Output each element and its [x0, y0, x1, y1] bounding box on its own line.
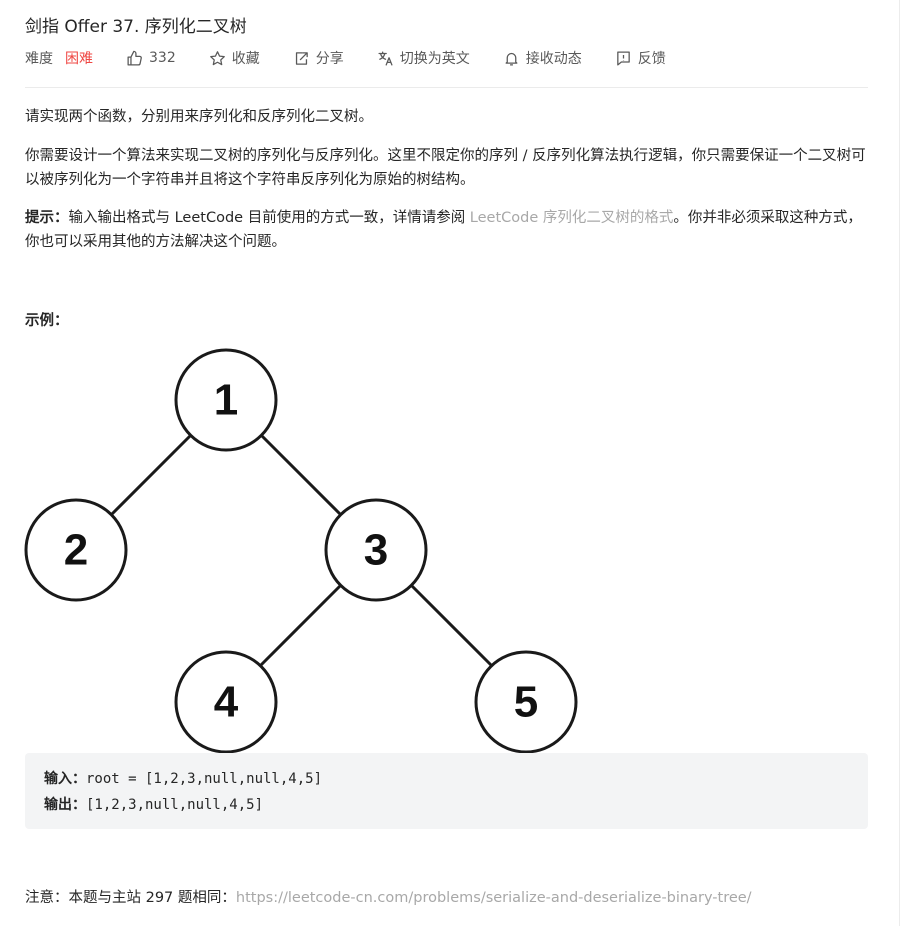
- thumbs-up-icon: [127, 50, 142, 66]
- tree-edge-3-5: [409, 583, 493, 667]
- difficulty-label: 难度: [25, 51, 53, 67]
- hint-label: 提示：: [25, 210, 69, 226]
- follow-button[interactable]: 接收动态: [503, 48, 582, 68]
- tree-node-4-label: 4: [214, 678, 239, 727]
- main-site-problem-url[interactable]: https://leetcode-cn.com/problems/seriali…: [236, 890, 752, 906]
- feedback-label: 反馈: [637, 51, 666, 67]
- difficulty-badge: 困难: [65, 51, 93, 67]
- output-value: [1,2,3,null,null,4,5]: [86, 797, 264, 813]
- translate-icon: [378, 50, 393, 66]
- serialization-format-link[interactable]: LeetCode 序列化二叉树的格式: [470, 210, 674, 226]
- bell-icon: [505, 52, 518, 66]
- example-code-block: 输入：root = [1,2,3,null,null,4,5] 输出：[1,2,…: [25, 753, 868, 829]
- tree-node-1-label: 1: [214, 376, 238, 425]
- input-label: 输入：: [44, 771, 86, 787]
- tree-node-3-label: 3: [364, 526, 388, 575]
- description-paragraph-2: 你需要设计一个算法来实现二叉树的序列化与反序列化。这里不限定你的序列 / 反序列…: [25, 148, 866, 188]
- tree-node-2-label: 2: [64, 526, 88, 575]
- problem-page: 剑指 Offer 37. 序列化二叉树 难度 困难 332 收藏 分享 切换为英…: [0, 0, 900, 926]
- switch-language-button[interactable]: 切换为英文: [377, 48, 470, 68]
- tree-edge-1-3: [259, 433, 343, 517]
- hint-paragraph: 提示：输入输出格式与 LeetCode 目前使用的方式一致，详情请参阅 Leet…: [25, 206, 868, 254]
- feedback-button[interactable]: 反馈: [615, 48, 666, 68]
- example-label: 示例：: [25, 313, 69, 329]
- star-icon: [209, 50, 225, 65]
- problem-meta-bar: 难度 困难 332 收藏 分享 切换为英文 接收动态 反馈: [25, 46, 699, 70]
- share-button[interactable]: 分享: [293, 48, 344, 68]
- like-button[interactable]: 332: [126, 50, 176, 67]
- favorite-button[interactable]: 收藏: [209, 48, 260, 68]
- input-value: root = [1,2,3,null,null,4,5]: [86, 771, 323, 787]
- header-divider: [25, 87, 868, 88]
- like-count: 332: [149, 50, 176, 66]
- switch-language-label: 切换为英文: [399, 51, 470, 67]
- share-icon: [295, 51, 308, 65]
- tree-edge-1-2: [109, 433, 193, 517]
- problem-title: 剑指 Offer 37. 序列化二叉树: [25, 17, 247, 37]
- feedback-icon: [616, 50, 630, 66]
- note-text: 注意：本题与主站 297 题相同：: [25, 890, 236, 906]
- tree-node-5-label: 5: [514, 678, 538, 727]
- share-label: 分享: [315, 51, 344, 67]
- note-line: 注意：本题与主站 297 题相同：https://leetcode-cn.com…: [25, 886, 752, 907]
- hint-text-1: 输入输出格式与 LeetCode 目前使用的方式一致，详情请参阅: [68, 210, 470, 226]
- favorite-label: 收藏: [231, 51, 260, 67]
- example-binary-tree-image: 1 2 3 4 5: [24, 348, 578, 754]
- example-output-line: 输出：[1,2,3,null,null,4,5]: [44, 794, 263, 814]
- example-input-line: 输入：root = [1,2,3,null,null,4,5]: [44, 768, 322, 788]
- tree-edge-3-4: [259, 583, 343, 667]
- output-label: 输出：: [44, 797, 86, 813]
- description-paragraph-1: 请实现两个函数，分别用来序列化和反序列化二叉树。: [25, 109, 373, 125]
- follow-label: 接收动态: [525, 51, 582, 67]
